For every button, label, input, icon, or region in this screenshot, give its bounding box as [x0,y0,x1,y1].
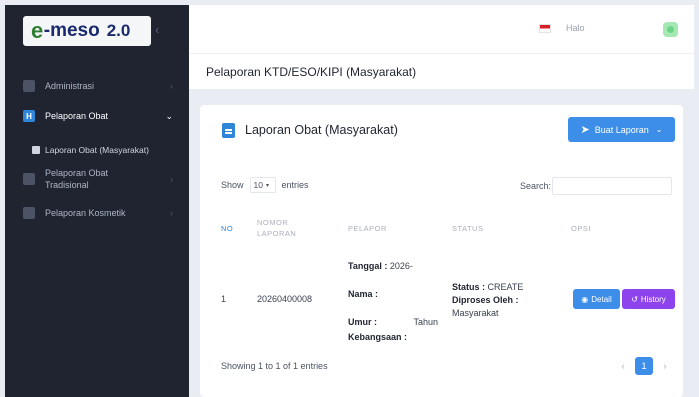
sidebar-item-pelaporan-obat[interactable]: H Pelaporan Obat ⌄ [5,110,189,122]
page-button-1[interactable]: 1 [635,357,653,375]
document-icon [32,146,40,154]
cell-status: Status : CREATE Diproses Oleh : Masyarak… [452,281,552,320]
column-header-opsi[interactable]: OPSI [571,223,591,234]
logo-e: e [31,18,43,43]
sidebar-item-label: Administrasi [45,81,95,91]
tanggal-label: Tanggal : [348,261,388,271]
box-icon [23,207,35,219]
column-header-no[interactable]: NO [221,223,233,234]
chevron-right-icon: › [170,208,173,218]
entries-label: entries [281,180,309,190]
detail-label: Detail [591,294,612,304]
page-title: Pelaporan KTD/ESO/KIPI (Masyarakat) [206,65,417,79]
cell-pelapor: Tanggal : 2026- Nama : Umur : Tahun Keban… [348,260,438,344]
table-info: Showing 1 to 1 of 1 entries [221,361,328,371]
search-label: Search: [520,181,552,191]
next-page-button[interactable]: › [656,357,674,375]
report-card: Laporan Obat (Masyarakat) ➤ Buat Laporan… [200,105,683,397]
tanggal-value: 2026- [389,261,413,271]
detail-button[interactable]: ◉ Detail [573,289,620,309]
h-icon: H [23,110,35,122]
umur-value: Tahun [413,317,438,327]
page-header: Pelaporan KTD/ESO/KIPI (Masyarakat) [189,53,694,89]
chevron-down-icon: ⌄ [655,125,663,134]
column-header-nomor-laporan[interactable]: NOMOR LAPORAN [257,217,307,239]
kebangsaan-label: Kebangsaan : [348,332,408,342]
entries-select[interactable]: 10 ▾ [249,177,276,193]
sidebar-item-label: Pelaporan Obat Tradisional [45,168,109,190]
prev-page-button[interactable]: ‹ [614,357,632,375]
topbar: Halo [189,5,694,53]
briefcase-icon [23,173,35,185]
sidebar-item-pelaporan-kosmetik[interactable]: Pelaporan Kosmetik › [5,207,189,219]
sidebar-subitem-label: Laporan Obat (Masyarakat) [45,145,149,155]
chevron-right-icon: › [170,81,173,91]
entries-length-control: Show 10 ▾ entries [221,177,309,193]
pagination: ‹ 1 › [614,357,674,375]
app-logo[interactable]: e -meso 2.0 [23,16,151,46]
nama-label: Nama : [348,289,379,299]
cell-nomor-laporan: 20260400008 [257,294,313,304]
entries-select-value: 10 [253,180,263,190]
sidebar-item-pelaporan-obat-tradisional[interactable]: Pelaporan Obat Tradisional › [5,167,189,191]
search-input[interactable] [552,177,673,195]
status-value: CREATE [487,282,524,292]
status-label: Status : [452,282,486,292]
user-icon [667,26,674,33]
sidebar: e -meso 2.0 ‹ Administrasi › H Pelaporan O… [5,5,189,397]
chevron-right-icon: › [170,174,173,184]
column-header-pelapor[interactable]: PELAPOR [348,223,387,234]
cell-no: 1 [221,294,227,304]
file-icon [222,123,235,138]
sidebar-item-administrasi[interactable]: Administrasi › [5,80,189,92]
chevron-down-icon: ▾ [265,182,269,189]
collapse-sidebar-icon[interactable]: ‹ [155,22,159,37]
folder-icon [23,80,35,92]
create-report-button[interactable]: ➤ Buat Laporan ⌄ [568,117,675,142]
history-icon: ↺ [631,294,638,304]
sidebar-subitem-laporan-obat-masyarakat[interactable]: Laporan Obat (Masyarakat) [32,145,149,155]
diproses-label: Diproses Oleh : [452,295,519,305]
chevron-down-icon: ⌄ [165,110,173,121]
logo-name: -meso [43,20,100,41]
avatar[interactable] [663,22,678,37]
greeting-text: Halo [566,23,585,33]
search-control: Search: [520,177,673,195]
eye-icon: ◉ [581,294,589,304]
create-report-label: Buat Laporan [594,124,649,135]
card-title: Laporan Obat (Masyarakat) [245,123,398,137]
indonesia-flag-icon[interactable] [539,24,551,33]
history-button[interactable]: ↺ History [622,289,675,309]
paper-plane-icon: ➤ [580,124,590,136]
umur-label: Umur : [348,317,377,327]
diproses-value: Masyarakat [452,308,499,318]
sidebar-item-label: Pelaporan Obat [45,111,109,121]
history-label: History [640,294,666,304]
column-header-status[interactable]: STATUS [452,223,483,234]
logo-version: 2.0 [106,21,131,40]
sidebar-item-label: Pelaporan Kosmetik [45,208,126,218]
show-label: Show [221,180,244,190]
